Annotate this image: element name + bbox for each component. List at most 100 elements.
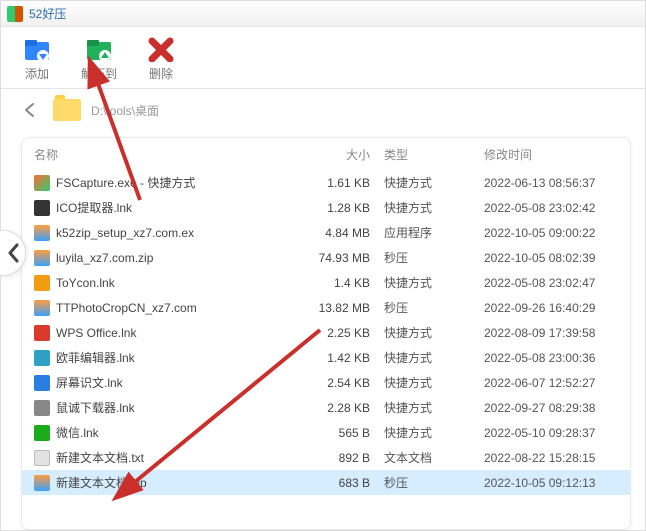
content-area: 名称 大小 类型 修改时间 FSCapture.exe - 快捷方式 1.61 K… <box>1 131 645 530</box>
file-date: 2022-10-05 09:12:13 <box>484 476 618 490</box>
file-row[interactable]: WPS Office.lnk 2.25 KB快捷方式2022-08-09 17:3… <box>22 320 630 345</box>
screen-icon <box>34 375 50 391</box>
file-type: 秒压 <box>384 474 484 491</box>
file-type: 快捷方式 <box>384 424 484 441</box>
wechat-icon <box>34 425 50 441</box>
file-date: 2022-08-09 17:39:58 <box>484 326 618 340</box>
file-size: 1.42 KB <box>284 351 384 365</box>
file-name-cell: 新建文本文档.txt <box>34 449 284 466</box>
zip-icon <box>34 475 50 491</box>
file-date: 2022-10-05 09:00:22 <box>484 226 618 240</box>
file-size: 2.25 KB <box>284 326 384 340</box>
file-name-cell: FSCapture.exe - 快捷方式 <box>34 174 284 191</box>
oufei-icon <box>34 350 50 366</box>
file-card: 名称 大小 类型 修改时间 FSCapture.exe - 快捷方式 1.61 K… <box>21 137 631 530</box>
extract-button[interactable]: 解压到 <box>79 35 119 82</box>
app-icon <box>7 6 23 22</box>
file-name-cell: k52zip_setup_xz7.com.ex <box>34 225 284 241</box>
file-row[interactable]: luyila_xz7.com.zip 74.93 MB秒压2022-10-05 0… <box>22 245 630 270</box>
file-row[interactable]: 屏幕识文.lnk2.54 KB快捷方式2022-06-07 12:52:27 <box>22 370 630 395</box>
add-button[interactable]: 添加 <box>17 35 57 82</box>
file-row[interactable]: 新建文本文档.txt 892 B文本文档2022-08-22 15:28:15 <box>22 445 630 470</box>
file-name: 鼠诚下载器.lnk <box>56 399 135 416</box>
file-row[interactable]: ToYcon.lnk 1.4 KB快捷方式2022-05-08 23:02:47 <box>22 270 630 295</box>
mouse-icon <box>34 400 50 416</box>
add-icon <box>21 35 53 63</box>
col-size[interactable]: 大小 <box>284 146 384 163</box>
file-name-cell: WPS Office.lnk <box>34 325 284 341</box>
file-row[interactable]: 鼠诚下载器.lnk2.28 KB快捷方式2022-09-27 08:29:38 <box>22 395 630 420</box>
file-size: 683 B <box>284 476 384 490</box>
file-size: 892 B <box>284 451 384 465</box>
file-type: 快捷方式 <box>384 374 484 391</box>
file-size: 1.28 KB <box>284 201 384 215</box>
file-type: 文本文档 <box>384 449 484 466</box>
file-row[interactable]: 欧菲编辑器.lnk1.42 KB快捷方式2022-05-08 23:00:36 <box>22 345 630 370</box>
file-type: 快捷方式 <box>384 174 484 191</box>
file-size: 1.61 KB <box>284 176 384 190</box>
file-date: 2022-05-08 23:00:36 <box>484 351 618 365</box>
col-date[interactable]: 修改时间 <box>484 146 618 163</box>
wps-icon <box>34 325 50 341</box>
file-name-cell: 新建文本文档.zip <box>34 474 284 491</box>
file-name: 新建文本文档.txt <box>56 449 144 466</box>
delete-button[interactable]: 删除 <box>141 35 181 82</box>
file-name: k52zip_setup_xz7.com.ex <box>56 226 194 240</box>
path-text: D:\tools\桌面 <box>91 102 159 119</box>
back-button[interactable] <box>17 97 43 123</box>
file-size: 565 B <box>284 426 384 440</box>
file-size: 74.93 MB <box>284 251 384 265</box>
file-name: ICO提取器.lnk <box>56 199 132 216</box>
file-row[interactable]: 新建文本文档.zip 683 B秒压2022-10-05 09:12:13 <box>22 470 630 495</box>
file-date: 2022-05-08 23:02:47 <box>484 276 618 290</box>
file-date: 2022-05-08 23:02:42 <box>484 201 618 215</box>
file-name: luyila_xz7.com.zip <box>56 251 153 265</box>
title-bar: 52好压 <box>1 1 645 27</box>
file-row[interactable]: k52zip_setup_xz7.com.ex4.84 MB应用程序2022-1… <box>22 220 630 245</box>
app-window: 52好压 添加 解压到 删除 D:\tools\桌面 <box>0 0 646 531</box>
folder-icon <box>53 99 81 121</box>
zip-icon <box>34 300 50 316</box>
file-size: 2.54 KB <box>284 376 384 390</box>
toolbar: 添加 解压到 删除 <box>1 27 645 89</box>
file-type: 快捷方式 <box>384 324 484 341</box>
file-type: 快捷方式 <box>384 274 484 291</box>
file-date: 2022-09-26 16:40:29 <box>484 301 618 315</box>
file-row[interactable]: 微信.lnk 565 B快捷方式2022-05-10 09:28:37 <box>22 420 630 445</box>
file-date: 2022-10-05 08:02:39 <box>484 251 618 265</box>
file-date: 2022-06-13 08:56:37 <box>484 176 618 190</box>
file-size: 13.82 MB <box>284 301 384 315</box>
file-size: 4.84 MB <box>284 226 384 240</box>
file-date: 2022-05-10 09:28:37 <box>484 426 618 440</box>
zip-icon <box>34 225 50 241</box>
file-name: 微信.lnk <box>56 424 99 441</box>
nav-bar: D:\tools\桌面 <box>1 89 645 131</box>
file-row[interactable]: FSCapture.exe - 快捷方式 1.61 KB快捷方式2022-06-1… <box>22 170 630 195</box>
delete-label: 删除 <box>149 65 173 82</box>
file-name: WPS Office.lnk <box>56 326 136 340</box>
file-size: 1.4 KB <box>284 276 384 290</box>
file-name-cell: ICO提取器.lnk <box>34 199 284 216</box>
txt-icon <box>34 450 50 466</box>
file-type: 快捷方式 <box>384 349 484 366</box>
ico-icon <box>34 200 50 216</box>
file-row[interactable]: ICO提取器.lnk1.28 KB快捷方式2022-05-08 23:02:42 <box>22 195 630 220</box>
file-name-cell: ToYcon.lnk <box>34 275 284 291</box>
file-row[interactable]: TTPhotoCropCN_xz7.com13.82 MB秒压2022-09-2… <box>22 295 630 320</box>
file-type: 秒压 <box>384 249 484 266</box>
add-label: 添加 <box>25 65 49 82</box>
file-date: 2022-08-22 15:28:15 <box>484 451 618 465</box>
delete-icon <box>145 35 177 63</box>
file-type: 秒压 <box>384 299 484 316</box>
col-name[interactable]: 名称 <box>34 146 284 163</box>
file-date: 2022-09-27 08:29:38 <box>484 401 618 415</box>
col-type[interactable]: 类型 <box>384 146 484 163</box>
file-name: ToYcon.lnk <box>56 276 115 290</box>
file-name-cell: 鼠诚下载器.lnk <box>34 399 284 416</box>
file-name-cell: luyila_xz7.com.zip <box>34 250 284 266</box>
file-name: FSCapture.exe - 快捷方式 <box>56 174 195 191</box>
toycon-icon <box>34 275 50 291</box>
file-size: 2.28 KB <box>284 401 384 415</box>
file-name: 新建文本文档.zip <box>56 474 147 491</box>
extract-label: 解压到 <box>81 65 117 82</box>
